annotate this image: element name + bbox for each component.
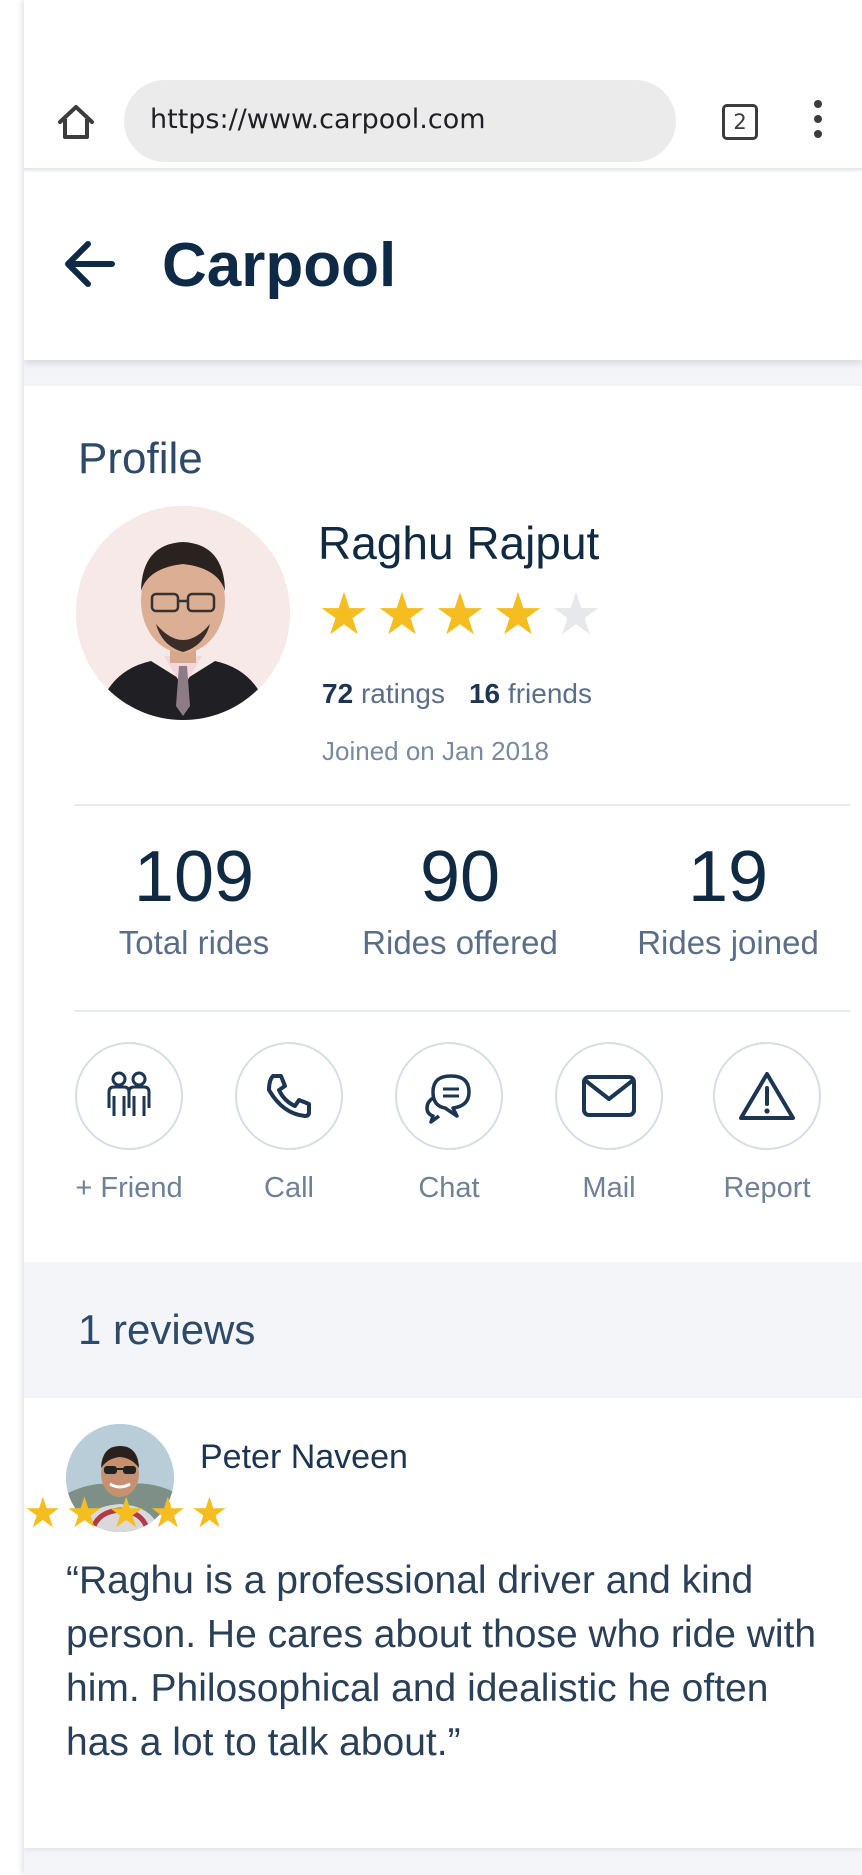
star-filled-icon: ★ <box>492 582 544 647</box>
review-rating-stars: ★ ★ ★ ★ ★ <box>24 1492 228 1534</box>
reviews-count: 1 reviews <box>78 1306 256 1353</box>
phone-viewport: https://www.carpool.com 2 Carpool Profil… <box>24 0 862 1875</box>
divider <box>74 804 850 806</box>
star-filled-icon: ★ <box>318 582 370 647</box>
address-bar[interactable]: https://www.carpool.com <box>124 80 676 162</box>
chat-icon <box>425 1074 471 1124</box>
profile-meta: 72 ratings 16 friends <box>322 678 592 710</box>
star-filled-icon: ★ <box>376 582 428 647</box>
profile-rating-stars: ★ ★ ★ ★ ★ <box>318 586 602 644</box>
ratings-count[interactable]: 72 ratings <box>322 678 445 710</box>
reviews-header: 1 reviews <box>24 1262 862 1398</box>
star-filled-icon: ★ <box>65 1489 104 1536</box>
phone-icon <box>267 1074 311 1118</box>
star-filled-icon: ★ <box>148 1489 187 1536</box>
review-text: “Raghu is a professional driver and kind… <box>66 1559 817 1764</box>
warning-icon <box>739 1072 795 1120</box>
home-icon[interactable] <box>54 100 98 144</box>
star-empty-icon: ★ <box>550 582 602 647</box>
chat-button[interactable]: Chat <box>374 1042 524 1205</box>
add-friend-icon <box>107 1071 151 1116</box>
joined-date: Joined on Jan 2018 <box>322 736 549 766</box>
add-friend-button[interactable]: + Friend <box>54 1042 204 1205</box>
stat-rides-offered: 90 Rides offered <box>362 837 558 961</box>
browser-toolbar: https://www.carpool.com 2 <box>24 0 862 170</box>
app-title: Carpool <box>162 231 397 300</box>
profile-name: Raghu Rajput <box>318 517 600 569</box>
star-filled-icon: ★ <box>190 1489 229 1536</box>
call-button[interactable]: Call <box>214 1042 364 1205</box>
star-filled-icon: ★ <box>24 1489 62 1536</box>
star-filled-icon: ★ <box>107 1489 145 1536</box>
mail-button[interactable]: Mail <box>534 1042 684 1205</box>
stat-rides-joined: 19 Rides joined <box>637 837 819 961</box>
more-menu-icon[interactable] <box>812 100 824 144</box>
profile-section-label: Profile <box>78 434 203 483</box>
friends-count[interactable]: 16 friends <box>469 678 592 710</box>
stat-total-rides: 109 Total rides <box>118 837 270 961</box>
app-header: Carpool <box>24 172 862 360</box>
profile-card: Profile Raghu Rajput ★ ★ ★ ★ ★ 72 rating… <box>24 386 862 1262</box>
divider <box>74 1010 850 1012</box>
report-button[interactable]: Report <box>692 1042 842 1205</box>
tab-switcher-button[interactable]: 2 <box>722 104 758 140</box>
star-filled-icon: ★ <box>434 582 486 647</box>
avatar <box>76 506 290 720</box>
reviewer-name: Peter Naveen <box>200 1438 408 1476</box>
mail-icon <box>582 1075 636 1117</box>
review-card: Peter Naveen ★ ★ ★ ★ ★ “Raghu is a profe… <box>24 1398 862 1848</box>
back-arrow-icon[interactable] <box>60 236 120 292</box>
